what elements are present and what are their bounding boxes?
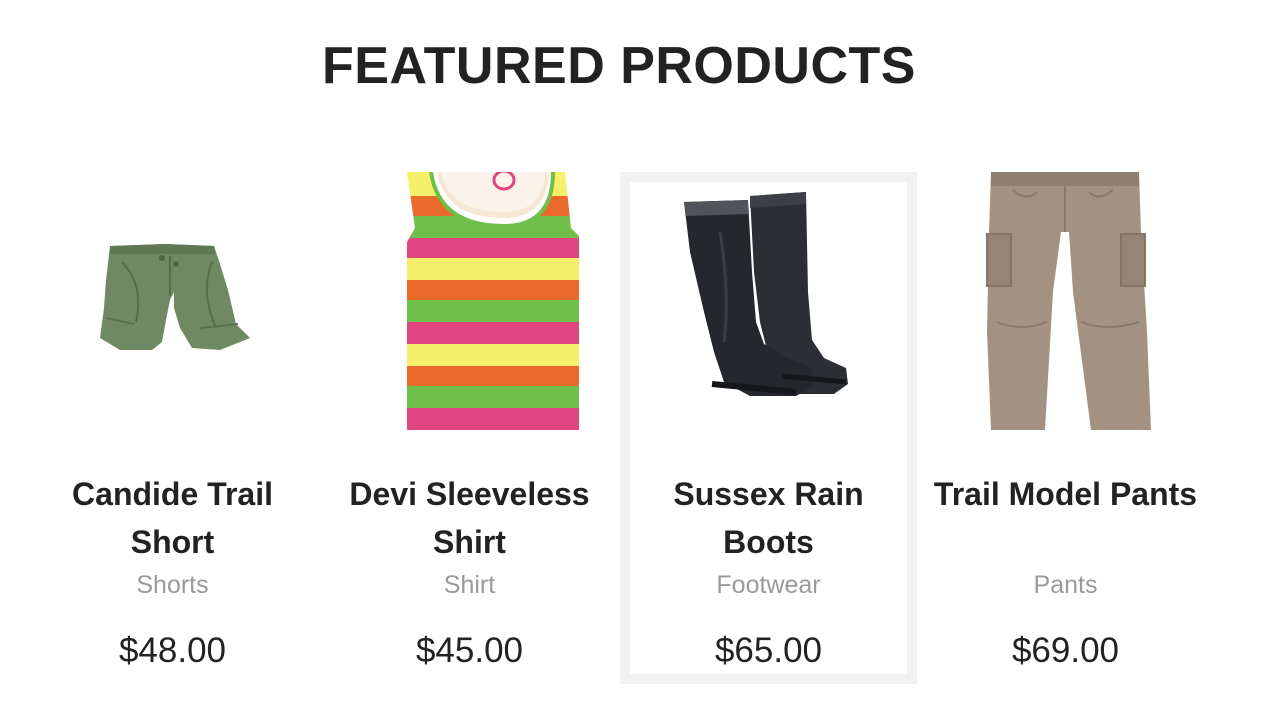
shorts-image[interactable]	[24, 172, 321, 430]
product-name[interactable]: Candide Trail Short	[34, 470, 311, 566]
striped-tank-top-image[interactable]	[321, 172, 618, 430]
product-category: Footwear	[716, 571, 821, 599]
product-card-candide-trail-short[interactable]: Candide Trail Short Shorts $48.00	[24, 172, 321, 684]
product-category: Pants	[1033, 571, 1098, 599]
product-grid: Candide Trail Short Shorts $48.00 Devi S…	[24, 172, 1214, 684]
rain-boots-image[interactable]	[620, 172, 917, 430]
product-price: $45.00	[415, 631, 524, 670]
product-card-trail-model-pants[interactable]: Trail Model Pants Pants $69.00	[917, 172, 1214, 684]
section-title: FEATURED PRODUCTS	[322, 37, 916, 95]
product-name[interactable]: Trail Model Pants	[927, 470, 1204, 518]
product-card-devi-sleeveless-shirt[interactable]: Devi Sleeveless Shirt Shirt $45.00	[321, 172, 618, 684]
product-category: Shirt	[443, 571, 496, 599]
product-name[interactable]: Sussex Rain Boots	[630, 470, 907, 566]
product-price: $69.00	[1011, 631, 1120, 670]
product-card-sussex-rain-boots[interactable]: Sussex Rain Boots Footwear $65.00	[620, 172, 917, 684]
product-price: $48.00	[118, 631, 227, 670]
product-category: Shorts	[136, 571, 209, 599]
featured-products-page: FEATURED PRODUCTS Candide Trail Short Sh…	[0, 0, 1270, 720]
product-name[interactable]: Devi Sleeveless Shirt	[331, 470, 608, 566]
product-price: $65.00	[714, 631, 823, 670]
cargo-pants-image[interactable]	[917, 172, 1214, 430]
